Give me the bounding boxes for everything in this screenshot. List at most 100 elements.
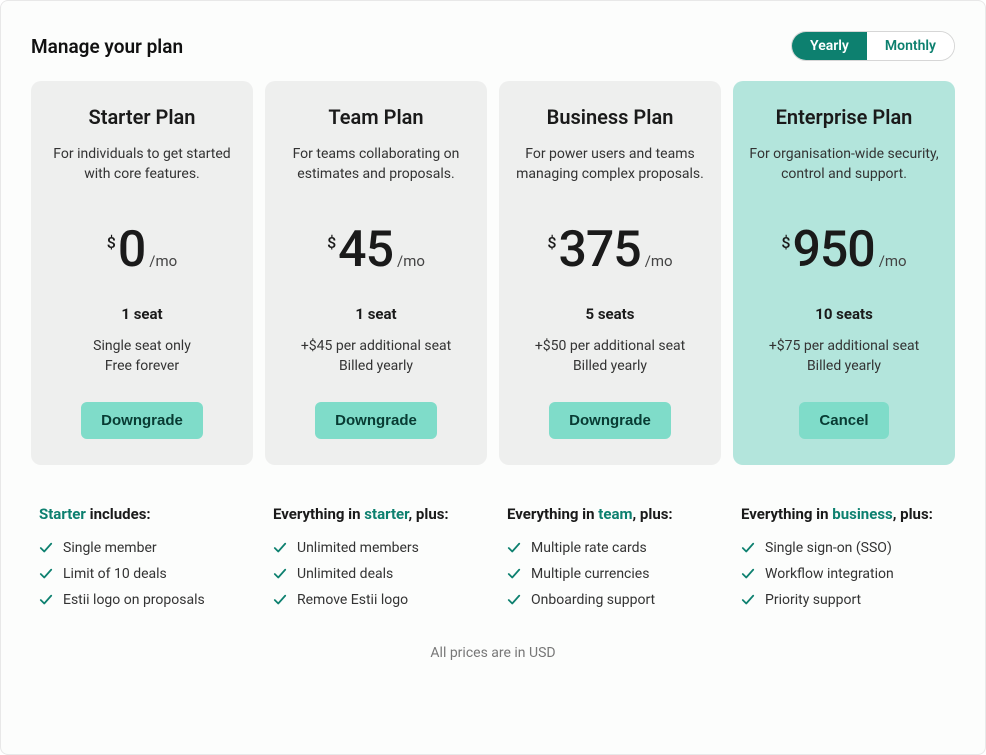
plan-desc: For power users and teams managing compl… <box>513 145 707 205</box>
feature-item: Limit of 10 deals <box>39 561 245 587</box>
check-icon <box>507 593 521 607</box>
title-accent: business <box>832 505 892 523</box>
features-title: Everything in team, plus: <box>507 505 713 523</box>
check-icon <box>741 567 755 581</box>
feature-item: Workflow integration <box>741 561 947 587</box>
per-period: /mo <box>879 252 907 270</box>
feature-text: Unlimited members <box>297 540 419 556</box>
price: 375 <box>558 225 640 275</box>
title-post: , plus: <box>633 505 673 523</box>
feature-text: Limit of 10 deals <box>63 566 167 582</box>
plan-business: Business Plan For power users and teams … <box>499 81 721 465</box>
downgrade-button[interactable]: Downgrade <box>81 402 203 439</box>
feature-text: Remove Estii logo <box>297 592 408 608</box>
features-list: Single sign-on (SSO) Workflow integratio… <box>741 535 947 613</box>
billing-toggle: Yearly Monthly <box>791 31 955 61</box>
check-icon <box>507 567 521 581</box>
extra-info: +$50 per additional seat Billed yearly <box>535 337 685 376</box>
feature-item: Single sign-on (SSO) <box>741 535 947 561</box>
extra-line-2: Billed yearly <box>769 357 919 377</box>
feature-item: Unlimited deals <box>273 561 479 587</box>
features-enterprise: Everything in business, plus: Single sig… <box>733 505 955 613</box>
feature-text: Single sign-on (SSO) <box>765 540 892 556</box>
plan-team: Team Plan For teams collaborating on est… <box>265 81 487 465</box>
plan-name: Enterprise Plan <box>776 105 913 129</box>
title-pre: Everything in <box>507 505 598 523</box>
price-row: $ 375 /mo <box>547 225 672 275</box>
features-list: Unlimited members Unlimited deals Remove… <box>273 535 479 613</box>
extra-line-1: Single seat only <box>93 337 191 357</box>
title-post: , plus: <box>409 505 449 523</box>
title-pre: Everything in <box>273 505 364 523</box>
features-title: Starter includes: <box>39 505 245 523</box>
plan-desc: For teams collaborating on estimates and… <box>279 145 473 205</box>
feature-text: Priority support <box>765 592 861 608</box>
per-period: /mo <box>645 252 673 270</box>
plan-name: Team Plan <box>328 105 423 129</box>
extra-line-2: Billed yearly <box>535 357 685 377</box>
price: 0 <box>118 225 145 275</box>
cancel-button[interactable]: Cancel <box>799 402 888 439</box>
feature-text: Unlimited deals <box>297 566 393 582</box>
title-post: , plus: <box>893 505 933 523</box>
check-icon <box>273 541 287 555</box>
feature-item: Remove Estii logo <box>273 587 479 613</box>
features-team: Everything in starter, plus: Unlimited m… <box>265 505 487 613</box>
title-accent: Starter <box>39 505 86 523</box>
seats: 1 seat <box>121 305 162 323</box>
plan-name: Business Plan <box>547 105 674 129</box>
extra-line-2: Free forever <box>93 357 191 377</box>
plan-name: Starter Plan <box>89 105 196 129</box>
extra-line-1: +$45 per additional seat <box>301 337 451 357</box>
features-row: Starter includes: Single member Limit of… <box>31 505 955 613</box>
title-accent: starter <box>364 505 408 523</box>
pricing-panel: Manage your plan Yearly Monthly Starter … <box>0 0 986 755</box>
feature-text: Single member <box>63 540 157 556</box>
seats: 1 seat <box>355 305 396 323</box>
feature-item: Onboarding support <box>507 587 713 613</box>
footer-note: All prices are in USD <box>31 645 955 661</box>
check-icon <box>39 593 53 607</box>
currency-symbol: $ <box>327 233 336 252</box>
seats: 5 seats <box>586 305 635 323</box>
features-list: Multiple rate cards Multiple currencies … <box>507 535 713 613</box>
features-title: Everything in starter, plus: <box>273 505 479 523</box>
per-period: /mo <box>149 252 177 270</box>
toggle-yearly[interactable]: Yearly <box>792 32 867 60</box>
features-starter: Starter includes: Single member Limit of… <box>31 505 253 613</box>
check-icon <box>39 567 53 581</box>
plan-enterprise: Enterprise Plan For organisation-wide se… <box>733 81 955 465</box>
downgrade-button[interactable]: Downgrade <box>315 402 437 439</box>
extra-info: +$45 per additional seat Billed yearly <box>301 337 451 376</box>
extra-info: Single seat only Free forever <box>93 337 191 376</box>
check-icon <box>741 593 755 607</box>
feature-text: Onboarding support <box>531 592 655 608</box>
currency-symbol: $ <box>781 233 790 252</box>
features-business: Everything in team, plus: Multiple rate … <box>499 505 721 613</box>
plan-desc: For individuals to get started with core… <box>45 145 239 205</box>
extra-info: +$75 per additional seat Billed yearly <box>769 337 919 376</box>
feature-item: Multiple rate cards <box>507 535 713 561</box>
check-icon <box>507 541 521 555</box>
page-title: Manage your plan <box>31 35 183 58</box>
feature-text: Workflow integration <box>765 566 894 582</box>
seats: 10 seats <box>815 305 873 323</box>
feature-item: Unlimited members <box>273 535 479 561</box>
title-pre: Everything in <box>741 505 832 523</box>
feature-item: Single member <box>39 535 245 561</box>
feature-item: Estii logo on proposals <box>39 587 245 613</box>
currency-symbol: $ <box>107 233 116 252</box>
feature-text: Multiple rate cards <box>531 540 647 556</box>
feature-text: Estii logo on proposals <box>63 592 205 608</box>
per-period: /mo <box>397 252 425 270</box>
check-icon <box>273 593 287 607</box>
features-list: Single member Limit of 10 deals Estii lo… <box>39 535 245 613</box>
toggle-monthly[interactable]: Monthly <box>867 32 954 60</box>
downgrade-button[interactable]: Downgrade <box>549 402 671 439</box>
extra-line-2: Billed yearly <box>301 357 451 377</box>
plan-desc: For organisation-wide security, control … <box>747 145 941 205</box>
price-row: $ 45 /mo <box>327 225 425 275</box>
check-icon <box>741 541 755 555</box>
currency-symbol: $ <box>547 233 556 252</box>
header: Manage your plan Yearly Monthly <box>31 31 955 61</box>
